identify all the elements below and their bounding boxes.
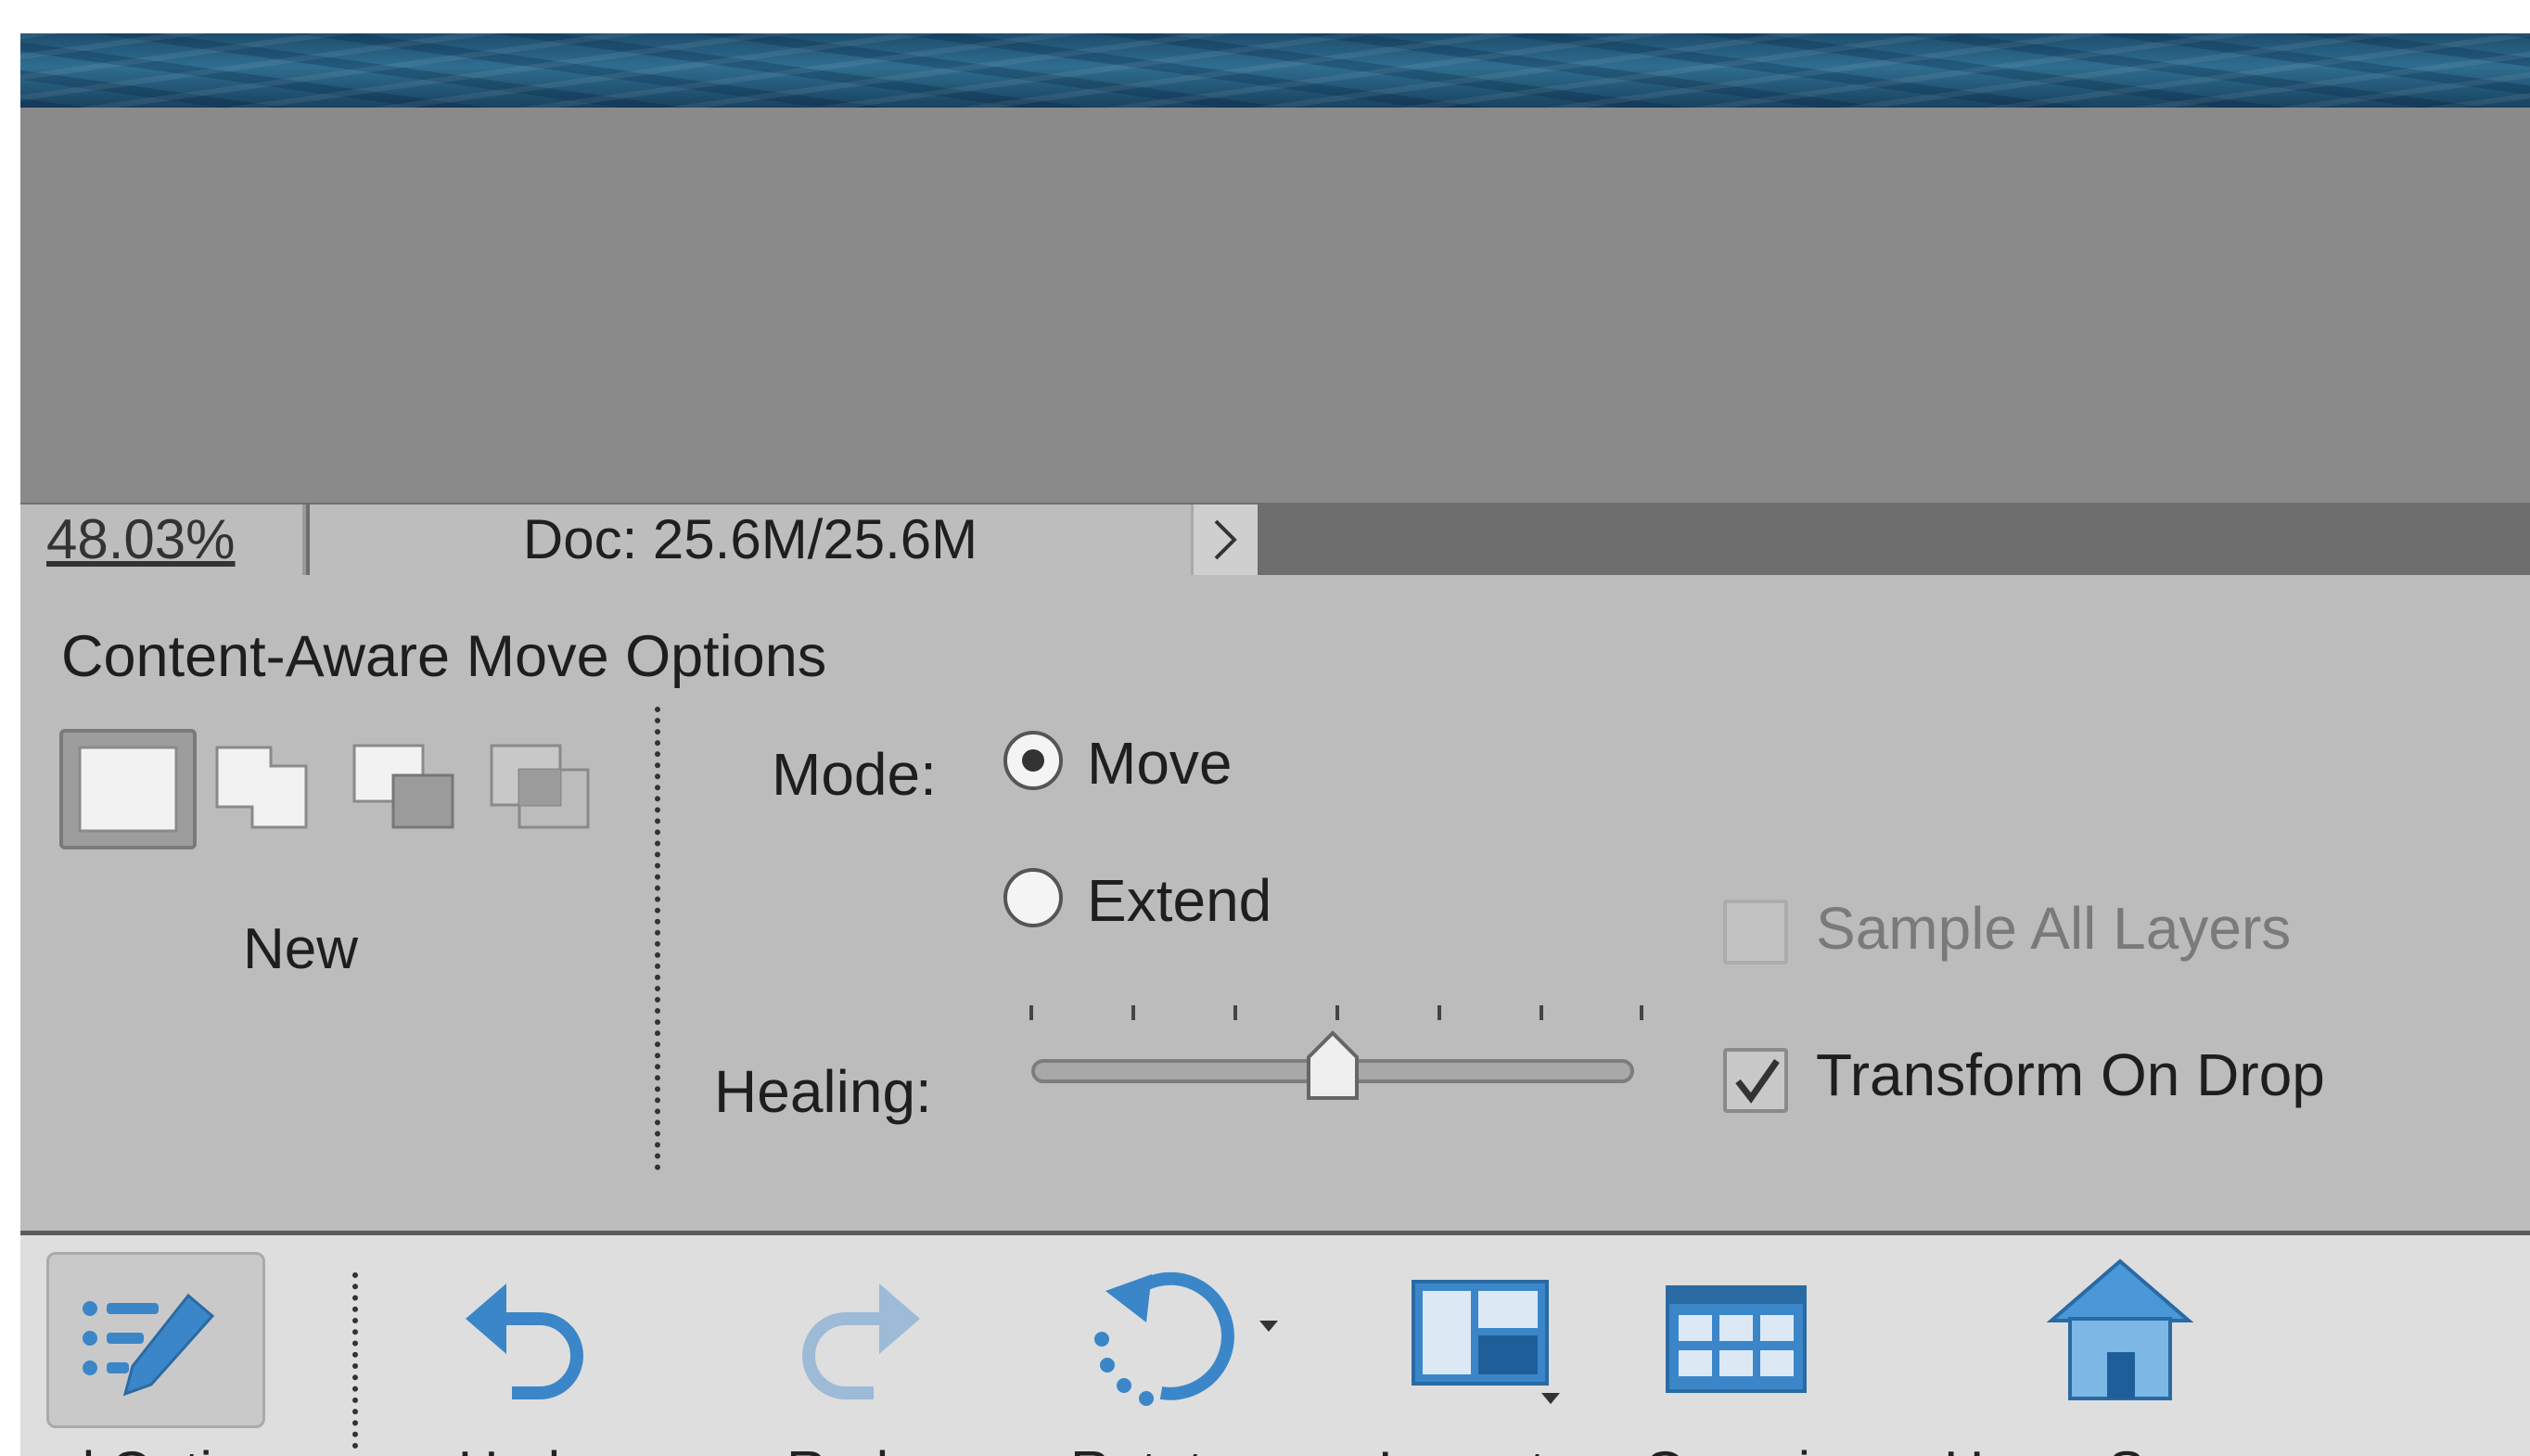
layout-button[interactable]: Layout [1347,1235,1606,1456]
status-menu-button[interactable] [1191,504,1258,575]
mode-extend-radio[interactable] [1003,868,1063,927]
redo-label[interactable]: Redo [786,1439,919,1456]
layout-label[interactable]: Layout [1378,1439,1545,1456]
sample-all-layers-label[interactable]: Sample All Layers [1816,894,2291,963]
slider-thumb[interactable] [1303,1029,1362,1104]
mode-label: Mode: [772,741,937,808]
home-screen-button[interactable]: Home Screen [1912,1235,2320,1456]
photo-canvas-image[interactable] [20,33,2530,108]
intersect-selection-icon [490,744,590,829]
selection-intersect-button[interactable] [471,729,608,849]
radio-selected-dot [1022,749,1044,772]
rotate-icon [1094,1271,1278,1406]
doc-size-info: Doc: 25.6M/25.6M [310,504,1191,575]
sample-all-layers-checkbox[interactable] [1723,900,1788,964]
chevron-right-icon [1214,519,1237,560]
app-window: 48.03% Doc: 25.6M/25.6M Content-Aware Mo… [20,33,2530,1456]
add-selection-icon [215,746,308,829]
mode-extend-label[interactable]: Extend [1087,866,1271,935]
home-screen-label[interactable]: Home Screen [1944,1439,2284,1456]
canvas-workspace[interactable] [20,108,2530,503]
divider [655,707,660,1170]
tool-options-panel: Content-Aware Move Options New Mode: Mov… [20,575,2530,1235]
rotate-label[interactable]: Rotate [1070,1439,1234,1456]
rotate-button[interactable]: Rotate [1041,1235,1319,1456]
undo-label[interactable]: Undo [458,1439,591,1456]
zoom-level[interactable]: 48.03% [20,504,306,575]
selection-new-button[interactable] [59,729,197,849]
checkmark-icon [1735,1058,1780,1104]
home-icon [2046,1258,2194,1400]
transform-on-drop-checkbox[interactable] [1723,1048,1788,1113]
subtract-selection-icon [352,744,454,829]
new-selection-icon [78,746,178,833]
undo-button[interactable]: Undo [419,1235,642,1456]
tool-options-button[interactable] [46,1252,265,1428]
selection-mode-label: New [243,917,359,981]
mode-move-radio[interactable] [1003,731,1063,790]
taskbar-divider [352,1272,358,1449]
selection-subtract-button[interactable] [334,729,471,849]
layout-icon [1412,1280,1560,1404]
mode-move-label[interactable]: Move [1087,729,1233,798]
redo-button[interactable]: Redo [744,1235,966,1456]
healing-slider[interactable] [1013,1005,1643,1107]
options-title: Content-Aware Move Options [61,624,827,689]
redo-icon [802,1284,920,1399]
organizer-icon [1666,1285,1807,1393]
healing-label: Healing: [714,1058,932,1125]
bottom-taskbar: ool Options Undo Redo [20,1235,2530,1456]
selection-add-button[interactable] [197,729,334,849]
tool-options-label[interactable]: ool Options [20,1439,302,1456]
tool-options-icon [83,1293,215,1397]
status-bar: 48.03% Doc: 25.6M/25.6M [20,503,2530,575]
organizer-button[interactable]: Organizer [1616,1235,1887,1456]
undo-icon [466,1284,583,1399]
transform-on-drop-label[interactable]: Transform On Drop [1816,1041,2325,1109]
organizer-label[interactable]: Organizer [1643,1439,1887,1456]
